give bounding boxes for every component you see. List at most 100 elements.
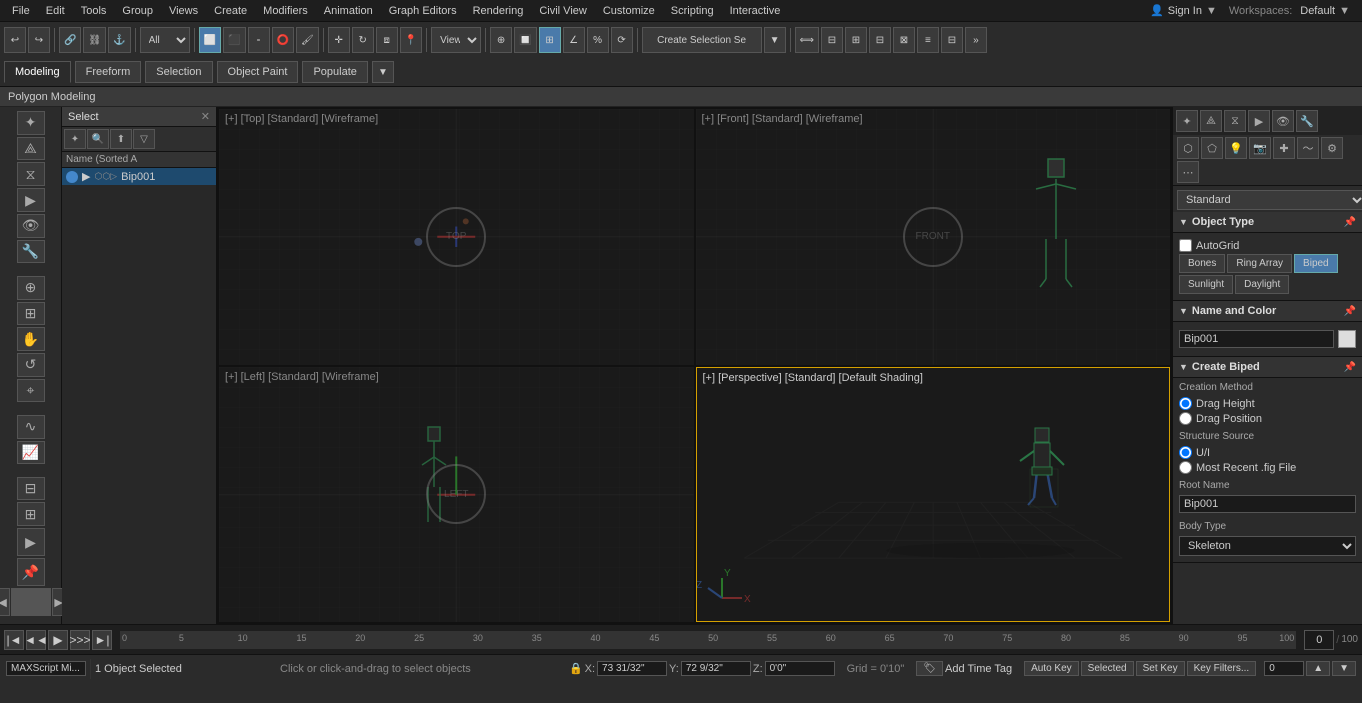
scene-close-icon[interactable]: ✕ [201, 110, 210, 123]
menu-graph-editors[interactable]: Graph Editors [381, 3, 465, 19]
field-of-view-icon[interactable]: ⌖ [17, 379, 45, 403]
current-time-input[interactable] [1304, 630, 1334, 650]
filter-dropdown[interactable]: All [140, 27, 190, 53]
align-v-button[interactable]: ⊞ [845, 27, 867, 53]
r-create-btn[interactable]: ✦ [1176, 110, 1198, 132]
scene-sort-btn[interactable]: ⬆ [110, 129, 132, 149]
unlink-button[interactable]: ⛓ [83, 27, 106, 53]
layout-icon[interactable]: ⊟ [17, 477, 45, 501]
utilities-icon[interactable]: 🔧 [17, 240, 45, 264]
add-time-tag-btn[interactable]: 🏷 [916, 661, 943, 676]
scroll-left-icon[interactable]: ◄ [0, 588, 10, 616]
z-coord-input[interactable] [765, 661, 835, 676]
menu-create[interactable]: Create [206, 3, 255, 19]
scene-item-bip001[interactable]: ▶ ⬡⬡▷ Bip001 [62, 168, 216, 185]
r-spacewarp-btn[interactable]: 〜 [1297, 137, 1319, 159]
graph-icon[interactable]: 📈 [17, 441, 45, 465]
r-helper-btn[interactable]: ✚ [1273, 137, 1295, 159]
menu-tools[interactable]: Tools [73, 3, 115, 19]
undo-button[interactable]: ↩ [4, 27, 26, 53]
create-biped-header[interactable]: ▼ Create Biped 📌 [1173, 357, 1362, 378]
menu-edit[interactable]: Edit [38, 3, 73, 19]
viewport-left[interactable]: [+] [Left] [Standard] [Wireframe] LEFT [219, 367, 694, 623]
zoom-all-icon[interactable]: ⊕ [17, 276, 45, 300]
arc-rotate-icon[interactable]: ↺ [17, 353, 45, 377]
time-field-input[interactable] [1264, 661, 1304, 676]
select-lasso-button[interactable]: ⭕ [272, 27, 294, 53]
auto-key-btn[interactable]: Auto Key [1024, 661, 1079, 676]
tab-more[interactable]: ▼ [372, 61, 394, 83]
more-button[interactable]: » [965, 27, 987, 53]
menu-views[interactable]: Views [161, 3, 206, 19]
body-type-select[interactable]: Skeleton [1179, 536, 1356, 556]
select-button[interactable]: ⬜ [199, 27, 221, 53]
percent-snap-button[interactable]: % [587, 27, 609, 53]
maxscript-mini[interactable]: MAXScript Mi... [6, 661, 86, 676]
object-type-header[interactable]: ▼ Object Type 📌 [1173, 212, 1362, 233]
key-filters-btn[interactable]: Key Filters... [1187, 661, 1257, 676]
select-paint-button[interactable]: 🖌 [296, 27, 319, 53]
redo-button[interactable]: ↪ [28, 27, 50, 53]
snap-button[interactable]: ⊞ [539, 27, 561, 53]
menu-group[interactable]: Group [114, 3, 161, 19]
r-display-btn[interactable]: 👁 [1272, 110, 1294, 132]
tab-populate[interactable]: Populate [302, 61, 367, 83]
play-btn[interactable]: ▶ [48, 630, 68, 650]
modify-icon[interactable]: ⟁ [17, 137, 45, 161]
menu-file[interactable]: File [4, 3, 38, 19]
place-button[interactable]: 📍 [400, 27, 422, 53]
tab-modeling[interactable]: Modeling [4, 61, 71, 83]
mirror-button[interactable]: ⟺ [795, 27, 819, 53]
select-region-button[interactable]: ⬛ [223, 27, 245, 53]
selected-btn[interactable]: Selected [1081, 661, 1134, 676]
viewport-perspective[interactable]: X Y Z [+] [Perspective] [Standard] [Defa… [696, 367, 1171, 623]
create-icon[interactable]: ✦ [17, 111, 45, 135]
ref-grid-button[interactable]: ⊠ [893, 27, 915, 53]
r-more-btn[interactable]: ⋯ [1177, 161, 1199, 183]
time-down-btn[interactable]: ▼ [1332, 661, 1356, 676]
tab-freeform[interactable]: Freeform [75, 61, 142, 83]
sunlight-btn[interactable]: Sunlight [1179, 275, 1233, 294]
timeline-track[interactable]: 0 5 10 15 20 25 30 35 40 45 50 55 60 65 … [120, 631, 1296, 649]
viewport-top[interactable]: [+] [Top] [Standard] [Wireframe] TOP [219, 109, 694, 365]
name-input[interactable] [1179, 330, 1334, 348]
next-key-btn[interactable]: >>> [70, 630, 90, 650]
r-modify-btn[interactable]: ⟁ [1200, 110, 1222, 132]
r-hierarchy-btn[interactable]: ⧖ [1224, 110, 1246, 132]
scene-new-btn[interactable]: ✦ [64, 129, 86, 149]
move-button[interactable]: ✛ [328, 27, 350, 53]
play-icon[interactable]: ▶ [17, 528, 45, 556]
color-swatch[interactable] [1338, 330, 1356, 348]
ui-radio[interactable] [1179, 446, 1192, 459]
display-icon[interactable]: 👁 [17, 214, 45, 238]
root-name-input[interactable] [1179, 495, 1356, 513]
scene-filter-btn[interactable]: ▽ [133, 129, 155, 149]
selection-set-dropdown[interactable]: ▼ [764, 27, 786, 53]
standard-dropdown[interactable]: Standard [1177, 190, 1362, 210]
ring-array-btn[interactable]: Ring Array [1227, 254, 1292, 273]
prev-frame-btn[interactable]: |◄ [4, 630, 24, 650]
daylight-btn[interactable]: Daylight [1235, 275, 1289, 294]
drag-position-radio[interactable] [1179, 412, 1192, 425]
menu-modifiers[interactable]: Modifiers [255, 3, 316, 19]
bind-button[interactable]: ⚓ [108, 27, 130, 53]
angle-snap-button[interactable]: ∠ [563, 27, 585, 53]
rotate-button[interactable]: ↻ [352, 27, 374, 53]
spinner-snap-button[interactable]: ⟳ [611, 27, 633, 53]
motion-icon[interactable]: ▶ [17, 188, 45, 212]
selection-set-button[interactable]: Create Selection Se [642, 27, 762, 53]
autogrid-checkbox[interactable] [1179, 239, 1192, 252]
ribbon-button[interactable]: ⊟ [941, 27, 963, 53]
biped-btn[interactable]: Biped [1294, 254, 1338, 273]
name-color-header[interactable]: ▼ Name and Color 📌 [1173, 301, 1362, 322]
sign-in-label[interactable]: Sign In [1168, 5, 1202, 17]
r-light-btn[interactable]: 💡 [1225, 137, 1247, 159]
hierarchy-icon[interactable]: ⧖ [17, 162, 45, 186]
menu-scripting[interactable]: Scripting [663, 3, 722, 19]
menu-animation[interactable]: Animation [316, 3, 381, 19]
link-button[interactable]: 🔗 [59, 27, 81, 53]
layer-button[interactable]: ≡ [917, 27, 939, 53]
menu-customize[interactable]: Customize [595, 3, 663, 19]
curve-icon[interactable]: ∿ [17, 415, 45, 439]
menu-rendering[interactable]: Rendering [465, 3, 532, 19]
